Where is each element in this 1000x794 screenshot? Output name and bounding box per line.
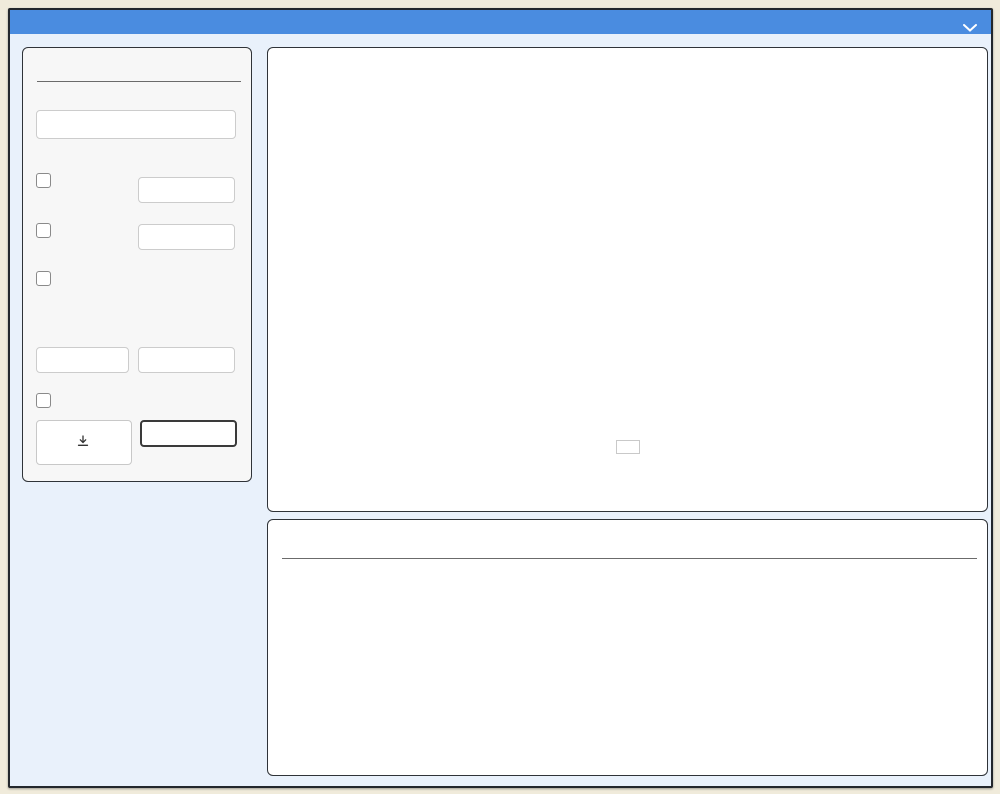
title-input[interactable] xyxy=(36,110,236,139)
add-vertical-line-checkbox[interactable] xyxy=(36,222,58,238)
accordion-header[interactable] xyxy=(10,10,991,34)
download-data-button[interactable] xyxy=(36,420,132,465)
data-finder-xlabels-input[interactable] xyxy=(36,347,129,373)
add-horizontal-line-checkbox[interactable] xyxy=(36,172,132,188)
line-value-input[interactable] xyxy=(138,177,235,203)
chevron-down-icon[interactable] xyxy=(963,19,977,37)
finished-xlabels-input[interactable] xyxy=(138,347,235,373)
line-date-input[interactable] xyxy=(138,224,235,250)
divider xyxy=(37,81,241,82)
chart-panel xyxy=(267,47,988,512)
checkbox-icon xyxy=(36,271,51,286)
checkbox-icon xyxy=(36,393,51,408)
checkbox-icon xyxy=(36,223,51,238)
checkbox-icon xyxy=(36,173,51,188)
saved-data-panel xyxy=(267,519,988,776)
add-nber-recession-shading-checkbox[interactable] xyxy=(36,270,58,286)
app-window xyxy=(8,8,993,788)
download-icon xyxy=(77,435,88,446)
adjust-visualization-panel xyxy=(22,47,252,482)
clear-data-button[interactable] xyxy=(140,420,237,447)
divider xyxy=(282,558,977,559)
align-zero-lines-checkbox[interactable] xyxy=(36,392,58,408)
chart-legend xyxy=(615,440,640,454)
